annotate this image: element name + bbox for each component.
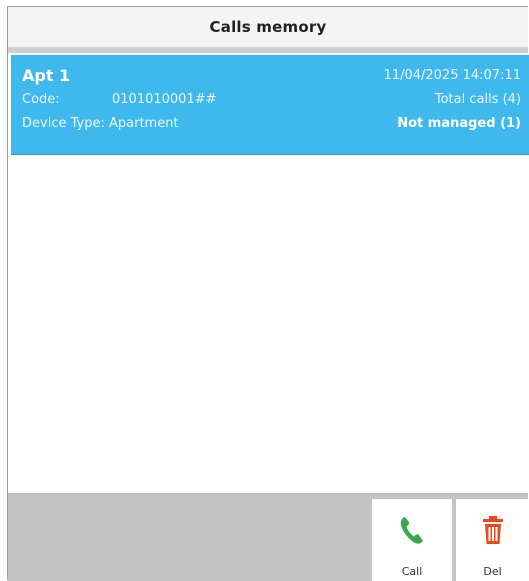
calls-memory-window: Calls memory Apt 1 Code: 0101010001## Dev… — [7, 6, 529, 581]
title-bar: Calls memory — [8, 7, 528, 48]
phone-icon — [399, 515, 425, 545]
code-label: Code: — [22, 92, 60, 107]
total-calls: Total calls (4) — [434, 92, 521, 107]
device-type-row: Device Type: Apartment — [22, 116, 179, 131]
trash-icon — [481, 515, 505, 545]
del-label: Del — [483, 565, 502, 578]
call-button[interactable]: Call — [372, 499, 452, 581]
header-divider — [8, 48, 528, 53]
bottom-toolbar: Call Del — [8, 494, 529, 581]
delete-button[interactable]: Del — [456, 499, 529, 581]
code-row: Code: 0101010001## — [22, 92, 217, 107]
code-value: 0101010001## — [112, 92, 217, 107]
record-datetime: 11/04/2025 14:07:11 — [383, 68, 521, 83]
page-title: Calls memory — [209, 18, 327, 36]
status-not-managed: Not managed (1) — [397, 116, 521, 131]
call-record-row[interactable]: Apt 1 Code: 0101010001## Device Type: Apa… — [11, 55, 529, 155]
call-label: Call — [401, 565, 423, 578]
record-name: Apt 1 — [22, 66, 71, 85]
device-type-label: Device Type: — [22, 116, 105, 131]
device-type-value: Apartment — [108, 116, 179, 131]
calls-list-empty-area — [11, 156, 529, 494]
